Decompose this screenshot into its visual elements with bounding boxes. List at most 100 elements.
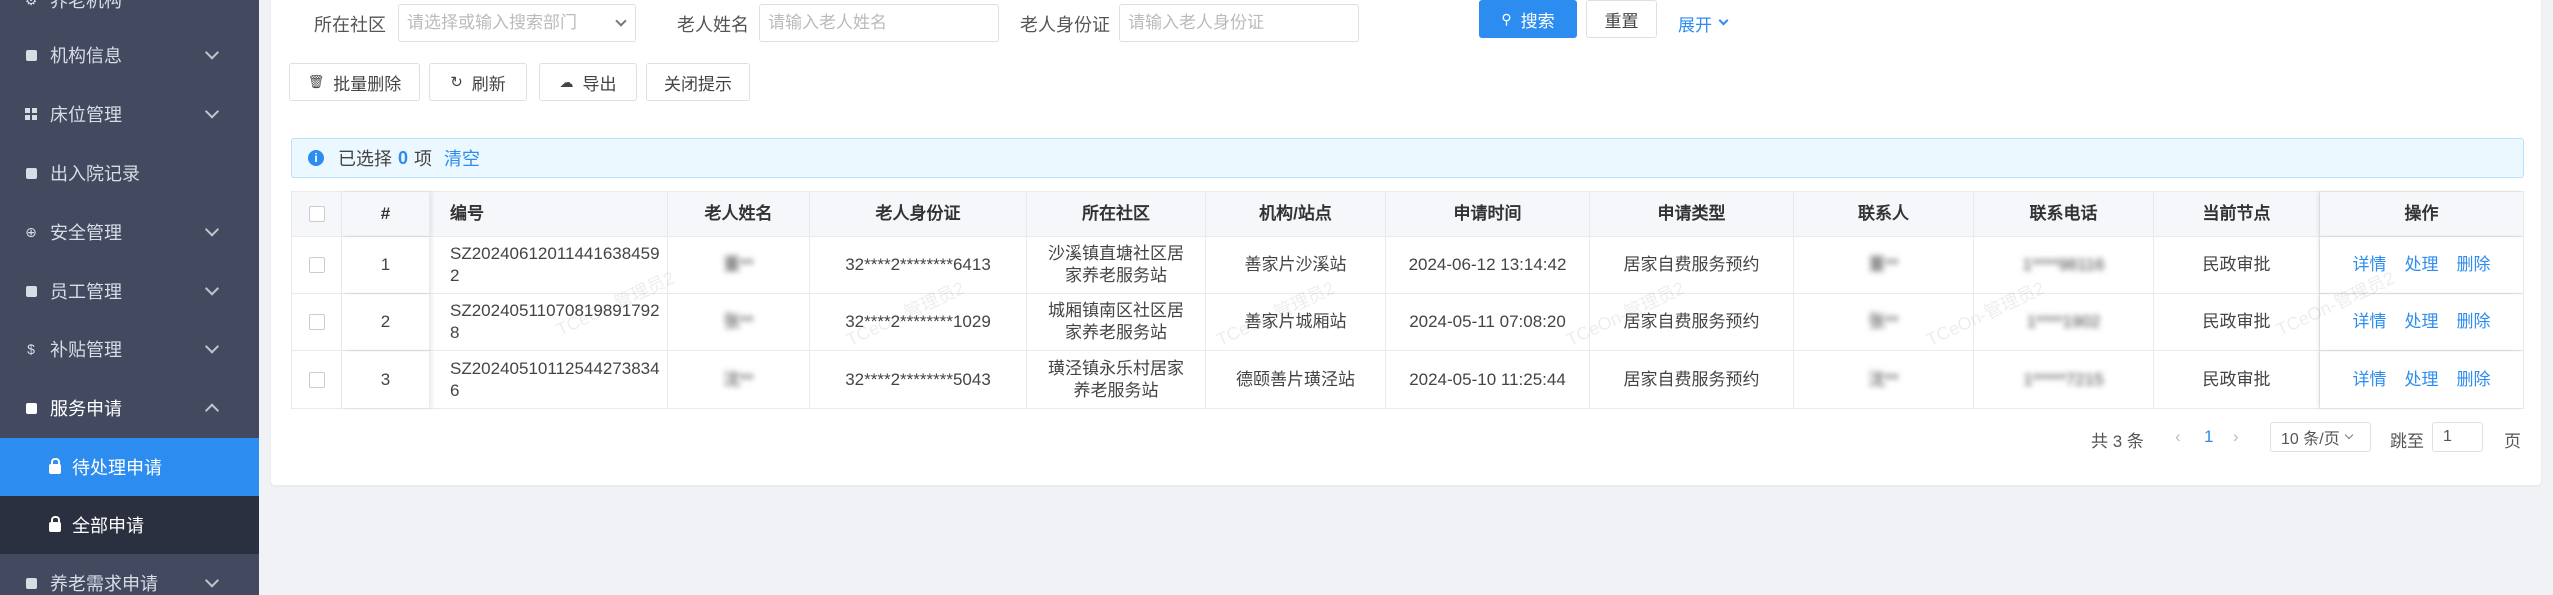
page-number[interactable]: 1 (2204, 427, 2213, 447)
sidebar-item-admission-records[interactable]: 出入院记录 (0, 144, 259, 202)
cell-apply-type: 居家自费服务预约 (1590, 237, 1794, 293)
table-row: 1 SZ202406120114416384592 董** 32****2***… (292, 237, 2523, 294)
sidebar-item-bed-management[interactable]: 床位管理 (0, 85, 259, 143)
search-button[interactable]: ⚲ 搜索 (1479, 0, 1577, 38)
chevron-down-icon (204, 45, 220, 60)
header-phone: 联系电话 (1974, 192, 2154, 236)
cell-community: 城厢镇南区社区居家养老服务站 (1027, 294, 1206, 350)
header-index: # (342, 192, 430, 236)
id-card-input[interactable] (1119, 4, 1359, 42)
document-icon (24, 284, 38, 298)
document-icon (24, 576, 38, 590)
chevron-down-icon (204, 222, 220, 237)
sidebar-item-label: 员工管理 (50, 282, 122, 302)
row-checkbox-cell[interactable] (292, 351, 342, 408)
header-checkbox-cell[interactable] (292, 192, 342, 236)
row-checkbox[interactable] (308, 257, 325, 273)
selected-count: 0 (398, 147, 409, 168)
cell-apply-type: 居家自费服务预约 (1590, 351, 1794, 408)
delete-link[interactable]: 删除 (2457, 369, 2491, 391)
phone-text: 1****98116 (2022, 255, 2105, 274)
sidebar-item-security[interactable]: ⊕ 安全管理 (0, 203, 259, 261)
row-checkbox[interactable] (308, 314, 325, 330)
page-size-value: 10 条/页 (2281, 431, 2340, 448)
phone-text: 1*****7215 (2023, 369, 2104, 389)
table-row: 2 SZ202405110708198917928 张** 32****2***… (292, 294, 2523, 351)
sidebar-item-staff-management[interactable]: 员工管理 (0, 262, 259, 320)
sidebar-item-label: 养老机构 (50, 0, 122, 11)
header-elder-name: 老人姓名 (668, 192, 810, 236)
cell-id-card: 32****2********5043 (810, 351, 1027, 408)
jump-page-input[interactable] (2432, 422, 2483, 452)
row-checkbox-cell[interactable] (292, 237, 342, 293)
process-link[interactable]: 处理 (2405, 369, 2439, 391)
export-label: 导出 (582, 74, 617, 94)
name-label: 老人姓名 (677, 15, 749, 35)
cell-phone: 1****98116 (1974, 237, 2154, 293)
select-all-checkbox[interactable] (308, 206, 325, 222)
sidebar-item-label: 服务申请 (50, 399, 122, 419)
sidebar-item-label: 出入院记录 (50, 164, 140, 184)
sidebar-item-institution-info[interactable]: 机构信息 (0, 26, 259, 84)
sidebar-subitem-all[interactable]: 全部申请 (0, 496, 259, 554)
id-card-text: 32****2********5043 (845, 369, 991, 389)
page-size-select[interactable]: 10 条/页 (2270, 422, 2371, 452)
prev-page-icon[interactable]: ‹ (2175, 427, 2181, 447)
cell-code: SZ202406120114416384592 (430, 237, 668, 293)
batch-delete-button[interactable]: 🗑 批量删除 (289, 63, 420, 101)
contact-text: 董** (1868, 255, 1899, 274)
cell-actions: 详情 处理 删除 (2320, 294, 2523, 350)
row-checkbox-cell[interactable] (292, 294, 342, 350)
sidebar-item-elderly-institution[interactable]: ⚙ 养老机构 (0, 0, 259, 29)
contact-text: 张** (1868, 312, 1899, 331)
process-link[interactable]: 处理 (2405, 254, 2439, 276)
header-code: 编号 (430, 192, 668, 236)
cell-phone: 1****1902 (1974, 294, 2154, 350)
process-link[interactable]: 处理 (2405, 311, 2439, 333)
cell-current-node: 民政审批 (2154, 237, 2320, 293)
elder-name-text: 董** (723, 255, 754, 274)
sidebar-item-subsidy-management[interactable]: $ 补贴管理 (0, 320, 259, 378)
sidebar-item-demand-application[interactable]: 养老需求申请 (0, 554, 259, 595)
close-tip-button[interactable]: 关闭提示 (646, 63, 750, 101)
clear-selection-link[interactable]: 清空 (444, 145, 480, 171)
name-input[interactable] (759, 4, 999, 42)
total-count: 共 3 条 (2091, 432, 2144, 451)
sidebar: ⚙ 养老机构 机构信息 床位管理 出入院记录 ⊕ 安全管理 员工管理 $ 补贴管… (0, 0, 259, 595)
detail-link[interactable]: 详情 (2353, 369, 2387, 391)
export-button[interactable]: ☁ 导出 (539, 63, 637, 101)
cell-id-card: 32****2********6413 (810, 237, 1027, 293)
id-card-text: 32****2********1029 (845, 312, 991, 331)
refresh-button[interactable]: ↻ 刷新 (429, 63, 527, 101)
lock-icon (48, 516, 62, 532)
cell-community: 沙溪镇直塘社区居家养老服务站 (1027, 237, 1206, 293)
grid-icon (24, 107, 38, 121)
info-icon: i (308, 150, 324, 166)
community-select[interactable] (398, 4, 636, 42)
sidebar-item-service-application[interactable]: 服务申请 (0, 379, 259, 437)
cell-apply-time: 2024-05-11 07:08:20 (1386, 294, 1590, 350)
next-page-icon[interactable]: › (2233, 427, 2239, 447)
detail-link[interactable]: 详情 (2353, 311, 2387, 333)
cell-contact: 张** (1794, 294, 1974, 350)
sidebar-subitem-pending[interactable]: 待处理申请 (0, 438, 259, 496)
cell-station: 善家片城厢站 (1206, 294, 1386, 350)
sidebar-item-label: 安全管理 (50, 223, 122, 243)
gear-icon: ⚙ (24, 0, 38, 8)
cell-apply-type: 居家自费服务预约 (1590, 294, 1794, 350)
row-checkbox[interactable] (308, 371, 325, 388)
expand-link[interactable]: 展开 (1678, 11, 1729, 36)
chevron-down-icon (204, 281, 220, 296)
calendar-icon (24, 401, 38, 415)
detail-link[interactable]: 详情 (2353, 254, 2387, 276)
trash-icon: 🗑 (307, 74, 325, 89)
cell-contact: 董** (1794, 237, 1974, 293)
sidebar-item-label: 床位管理 (50, 105, 122, 125)
delete-link[interactable]: 删除 (2457, 254, 2491, 276)
cell-apply-time: 2024-06-12 13:14:42 (1386, 237, 1590, 293)
sidebar-item-label: 补贴管理 (50, 340, 122, 360)
expand-label: 展开 (1678, 16, 1712, 35)
delete-link[interactable]: 删除 (2457, 311, 2491, 333)
cell-phone: 1*****7215 (1974, 351, 2154, 408)
reset-button[interactable]: 重置 (1586, 0, 1657, 38)
